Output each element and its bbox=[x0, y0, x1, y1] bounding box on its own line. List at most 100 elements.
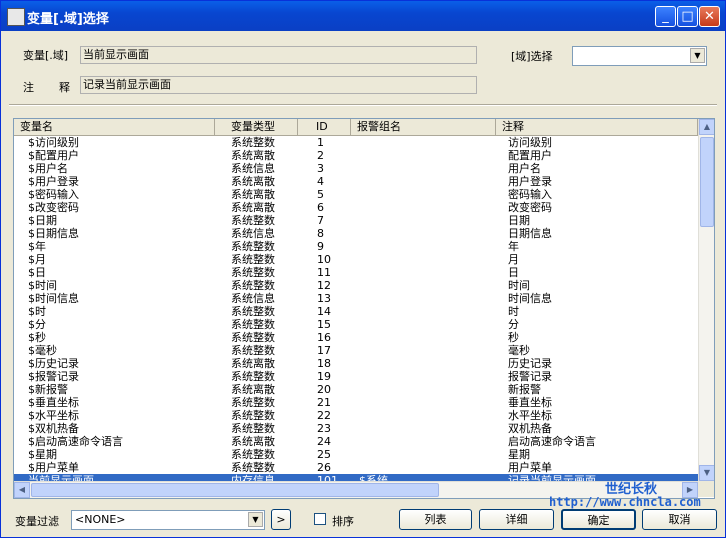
cell-type: 系统信息 bbox=[231, 162, 275, 175]
cell-type: 系统整数 bbox=[231, 253, 275, 266]
table-row[interactable]: $改变密码 系统离散 6 改变密码 bbox=[14, 201, 698, 214]
table-row[interactable]: $历史记录 系统离散 18 历史记录 bbox=[14, 357, 698, 370]
cell-id: 22 bbox=[317, 409, 331, 422]
table-row[interactable]: $垂直坐标 系统整数 21 垂直坐标 bbox=[14, 396, 698, 409]
close-icon: ✕ bbox=[704, 9, 715, 24]
cell-id: 2 bbox=[317, 149, 324, 162]
table-row[interactable]: $双机热备 系统整数 23 双机热备 bbox=[14, 422, 698, 435]
cell-type: 系统信息 bbox=[231, 227, 275, 240]
table-row[interactable]: $月 系统整数 10 月 bbox=[14, 253, 698, 266]
scroll-up-button[interactable]: ▲ bbox=[699, 119, 714, 135]
table-row[interactable]: $日 系统整数 11 日 bbox=[14, 266, 698, 279]
table-row[interactable]: $密码输入 系统离散 5 密码输入 bbox=[14, 188, 698, 201]
cell-type: 系统整数 bbox=[231, 136, 275, 149]
table-row[interactable]: $用户登录 系统离散 4 用户登录 bbox=[14, 175, 698, 188]
column-header-alarm-group[interactable]: 报警组名 bbox=[351, 119, 496, 135]
cell-note: 日期信息 bbox=[508, 227, 552, 240]
title-bar[interactable]: 变量[.域]选择 _ □ ✕ bbox=[1, 1, 725, 31]
cell-name: $新报警 bbox=[28, 383, 68, 396]
column-header-type[interactable]: 变量类型 bbox=[215, 119, 298, 135]
table-row[interactable]: $时间 系统整数 12 时间 bbox=[14, 279, 698, 292]
cell-note: 新报警 bbox=[508, 383, 541, 396]
table-row[interactable]: $访问级别 系统整数 1 访问级别 bbox=[14, 136, 698, 149]
table-row[interactable]: $分 系统整数 15 分 bbox=[14, 318, 698, 331]
cell-note: 日期 bbox=[508, 214, 530, 227]
note-label-1: 注 bbox=[23, 81, 34, 94]
filter-select[interactable]: <NONE> ▼ bbox=[71, 510, 265, 530]
close-button[interactable]: ✕ bbox=[699, 6, 720, 27]
cell-type: 系统整数 bbox=[231, 396, 275, 409]
cell-note: 水平坐标 bbox=[508, 409, 552, 422]
cell-name: $毫秒 bbox=[28, 344, 57, 357]
table-row[interactable]: $年 系统整数 9 年 bbox=[14, 240, 698, 253]
cell-id: 21 bbox=[317, 396, 331, 409]
app-icon bbox=[7, 8, 25, 26]
table-row[interactable]: $水平坐标 系统整数 22 水平坐标 bbox=[14, 409, 698, 422]
cell-id: 12 bbox=[317, 279, 331, 292]
column-header-name[interactable]: 变量名 bbox=[14, 119, 215, 135]
cell-type: 系统整数 bbox=[231, 461, 275, 474]
ok-button[interactable]: 确定 bbox=[561, 509, 636, 530]
table-row[interactable]: $日期 系统整数 7 日期 bbox=[14, 214, 698, 227]
list-rows: $访问级别 系统整数 1 访问级别 $配置用户 系统离散 2 配置用户 $用户名 系统信息 3 用户名… bbox=[14, 136, 698, 487]
scroll-down-button[interactable]: ▼ bbox=[699, 465, 714, 481]
apply-filter-button[interactable]: > bbox=[271, 509, 291, 530]
filter-select-value: <NONE> bbox=[75, 513, 126, 526]
table-row[interactable]: $新报警 系统离散 20 新报警 bbox=[14, 383, 698, 396]
variable-select-dialog: 变量[.域]选择 _ □ ✕ 变量[.域] 当前显示画面 注 释 记录当前显示画… bbox=[0, 0, 726, 538]
cell-id: 16 bbox=[317, 331, 331, 344]
vertical-scroll-thumb[interactable] bbox=[700, 137, 714, 227]
cell-id: 25 bbox=[317, 448, 331, 461]
cancel-button[interactable]: 取消 bbox=[642, 509, 717, 530]
cell-name: $历史记录 bbox=[28, 357, 79, 370]
cell-type: 系统整数 bbox=[231, 344, 275, 357]
detail-view-button[interactable]: 详细 bbox=[479, 509, 554, 530]
table-row[interactable]: $启动高速命令语言 系统离散 24 启动高速命令语言 bbox=[14, 435, 698, 448]
domain-select[interactable]: ▼ bbox=[572, 46, 707, 66]
cell-note: 秒 bbox=[508, 331, 519, 344]
chevron-down-icon[interactable]: ▼ bbox=[248, 512, 263, 527]
horizontal-scroll-thumb[interactable] bbox=[31, 483, 439, 497]
cell-id: 13 bbox=[317, 292, 331, 305]
cell-id: 7 bbox=[317, 214, 324, 227]
column-header-note[interactable]: 注释 bbox=[496, 119, 698, 135]
column-header-id[interactable]: ID bbox=[298, 119, 351, 135]
cell-note: 时间信息 bbox=[508, 292, 552, 305]
cell-type: 系统整数 bbox=[231, 422, 275, 435]
list-view-button[interactable]: 列表 bbox=[399, 509, 472, 530]
cell-note: 双机热备 bbox=[508, 422, 552, 435]
table-row[interactable]: $秒 系统整数 16 秒 bbox=[14, 331, 698, 344]
cell-note: 用户登录 bbox=[508, 175, 552, 188]
sort-checkbox[interactable] bbox=[314, 513, 326, 525]
cell-name: $密码输入 bbox=[28, 188, 79, 201]
chevron-down-icon[interactable]: ▼ bbox=[690, 48, 705, 63]
table-row[interactable]: $用户菜单 系统整数 26 用户菜单 bbox=[14, 461, 698, 474]
table-row[interactable]: $用户名 系统信息 3 用户名 bbox=[14, 162, 698, 175]
cell-name: $用户名 bbox=[28, 162, 68, 175]
table-row[interactable]: $报警记录 系统整数 19 报警记录 bbox=[14, 370, 698, 383]
table-row[interactable]: $日期信息 系统信息 8 日期信息 bbox=[14, 227, 698, 240]
table-row[interactable]: $时间信息 系统信息 13 时间信息 bbox=[14, 292, 698, 305]
cell-name: $时 bbox=[28, 305, 46, 318]
cell-name: $改变密码 bbox=[28, 201, 79, 214]
cell-type: 系统整数 bbox=[231, 305, 275, 318]
cell-type: 系统整数 bbox=[231, 240, 275, 253]
minimize-button[interactable]: _ bbox=[655, 6, 676, 27]
table-row[interactable]: $配置用户 系统离散 2 配置用户 bbox=[14, 149, 698, 162]
table-row[interactable]: $毫秒 系统整数 17 毫秒 bbox=[14, 344, 698, 357]
cell-name: $星期 bbox=[28, 448, 57, 461]
cell-name: $分 bbox=[28, 318, 46, 331]
variable-list[interactable]: 变量名 变量类型 ID 报警组名 注释 $访问级别 系统整数 1 访问级别 $配置用户系… bbox=[13, 118, 715, 499]
cell-type: 系统整数 bbox=[231, 409, 275, 422]
cell-id: 26 bbox=[317, 461, 331, 474]
cell-name: $日期 bbox=[28, 214, 57, 227]
scroll-left-button[interactable]: ◀ bbox=[14, 482, 30, 498]
cell-name: $秒 bbox=[28, 331, 46, 344]
vertical-scrollbar[interactable]: ▲ ▼ bbox=[698, 119, 714, 481]
maximize-button[interactable]: □ bbox=[677, 6, 698, 27]
table-row[interactable]: $星期 系统整数 25 星期 bbox=[14, 448, 698, 461]
cell-name: $访问级别 bbox=[28, 136, 79, 149]
cell-type: 系统整数 bbox=[231, 370, 275, 383]
table-row[interactable]: $时 系统整数 14 时 bbox=[14, 305, 698, 318]
cell-type: 系统信息 bbox=[231, 292, 275, 305]
